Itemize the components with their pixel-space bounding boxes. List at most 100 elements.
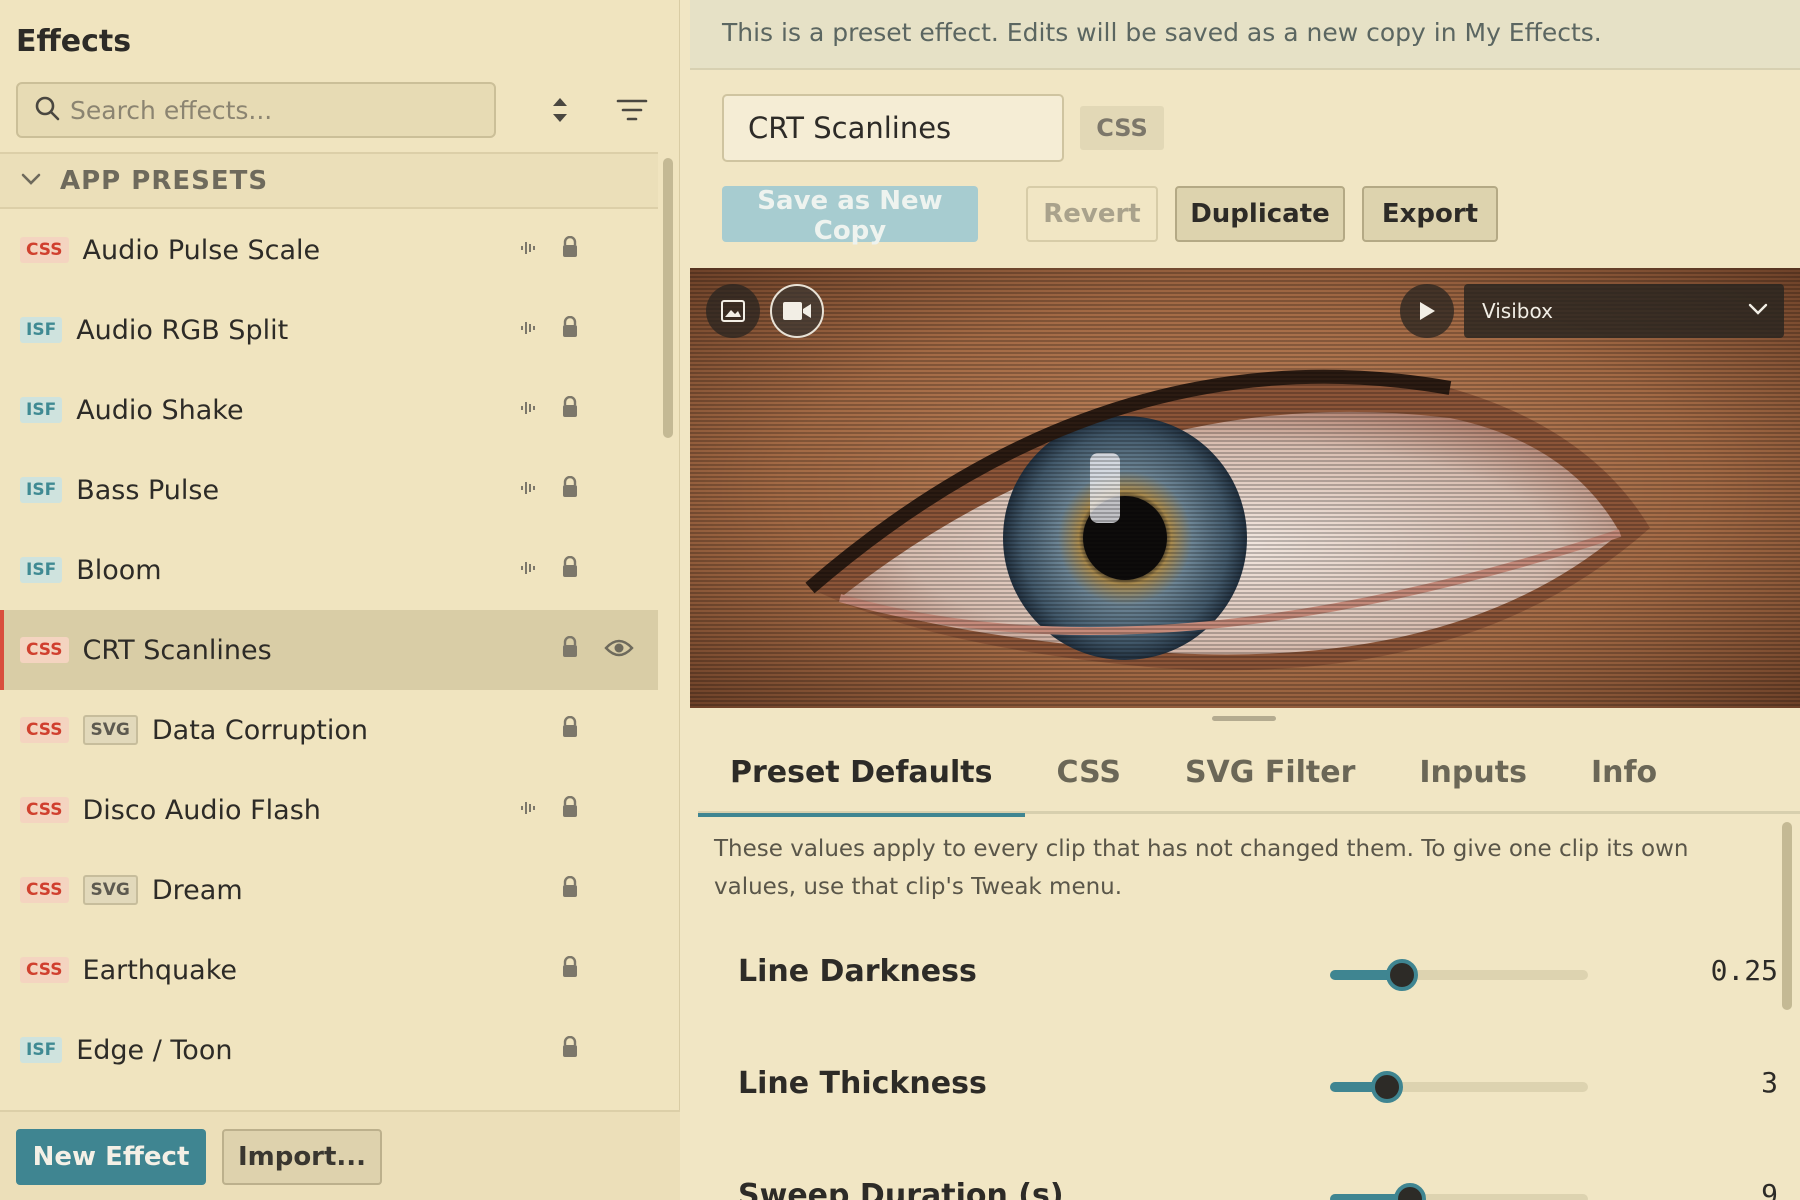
audio-reactive-icon <box>520 320 538 340</box>
search-icon <box>34 95 60 125</box>
effects-sidebar: Effects APP PRESETS CSS Audio Pulse Scale… <box>0 0 680 1200</box>
play-icon <box>1417 300 1437 322</box>
effect-name: Audio Shake <box>76 394 244 426</box>
tab-svg-filter[interactable]: SVG Filter <box>1153 730 1387 814</box>
video-camera-icon <box>782 300 812 322</box>
effect-type-badge: SVG <box>82 875 138 905</box>
audio-reactive-icon <box>520 240 538 260</box>
effect-type-badge: SVG <box>82 715 138 745</box>
param-row: Line Thickness 3 <box>738 1054 1778 1114</box>
effect-row[interactable]: CSS Earthquake <box>0 930 658 1010</box>
param-slider[interactable] <box>1330 1071 1588 1103</box>
effect-list: CSS Audio Pulse Scale ISF Audio RGB Split IS… <box>0 210 658 1110</box>
param-row: Line Darkness 0.25 <box>738 942 1778 1002</box>
search-input[interactable] <box>70 95 470 125</box>
eye-icon[interactable] <box>604 638 634 662</box>
filter-icon[interactable] <box>612 90 652 130</box>
effect-row[interactable]: CSS Disco Audio Flash <box>0 770 658 850</box>
image-icon <box>720 299 746 323</box>
effect-row[interactable]: CSS SVG Dream <box>0 850 658 930</box>
lock-icon <box>561 235 579 262</box>
editor-scrollbar[interactable] <box>1782 822 1792 1010</box>
chevron-down-icon <box>20 171 42 190</box>
group-label: APP PRESETS <box>60 165 269 196</box>
param-label: Line Thickness <box>738 1066 987 1101</box>
slider-handle[interactable] <box>1393 1183 1426 1200</box>
param-slider[interactable] <box>1330 1183 1588 1200</box>
preview-source-select[interactable]: Visibox <box>1464 284 1784 338</box>
tab-info[interactable]: Info <box>1559 730 1689 814</box>
effect-name: Edge / Toon <box>76 1034 233 1066</box>
search-box[interactable] <box>16 82 496 138</box>
revert-button[interactable]: Revert <box>1026 186 1158 242</box>
effect-name: Disco Audio Flash <box>82 794 321 826</box>
slider-handle[interactable] <box>1386 959 1419 991</box>
audio-reactive-icon <box>520 400 538 420</box>
preview-source-value: Visibox <box>1482 299 1553 323</box>
play-button[interactable] <box>1400 284 1454 338</box>
effect-row[interactable]: ISF Bloom <box>0 530 658 610</box>
effect-type-badge: CSS <box>20 957 69 983</box>
tab-inputs[interactable]: Inputs <box>1387 730 1559 814</box>
param-value: 3 <box>1761 1066 1778 1099</box>
effect-editor: This is a preset effect. Edits will be s… <box>690 0 1800 1200</box>
group-header-app-presets[interactable]: APP PRESETS <box>0 152 658 209</box>
preview-resize-handle[interactable] <box>1212 716 1276 721</box>
lock-icon <box>561 315 579 342</box>
lock-icon <box>561 1035 579 1062</box>
effect-row[interactable]: ISF Audio RGB Split <box>0 290 658 370</box>
effect-type-badge: CSS <box>20 797 69 823</box>
preset-defaults-description: These values apply to every clip that ha… <box>714 836 1689 900</box>
effect-name: Data Corruption <box>151 714 368 746</box>
chevron-down-icon <box>1748 302 1768 316</box>
effect-row[interactable]: CSS Audio Pulse Scale <box>0 210 658 290</box>
effect-type-badge: ISF <box>20 397 63 423</box>
editor-tabs: Preset Defaults CSS SVG Filter Inputs Info <box>698 730 1800 817</box>
effect-preview: Visibox <box>690 268 1800 708</box>
effect-type-badge: CSS <box>20 237 69 263</box>
audio-reactive-icon <box>520 480 538 500</box>
tab-css[interactable]: CSS <box>1025 730 1153 814</box>
lock-icon <box>561 795 579 822</box>
preset-notice: This is a preset effect. Edits will be s… <box>690 0 1800 70</box>
sidebar-title: Effects <box>16 24 132 59</box>
export-button[interactable]: Export <box>1362 186 1498 242</box>
new-effect-button[interactable]: New Effect <box>16 1129 206 1185</box>
effect-name-field[interactable] <box>722 94 1064 162</box>
effect-type-badge: ISF <box>20 1037 63 1063</box>
tab-preset-defaults[interactable]: Preset Defaults <box>698 730 1025 817</box>
effect-row[interactable]: ISF Edge / Toon <box>0 1010 658 1090</box>
duplicate-button[interactable]: Duplicate <box>1175 186 1345 242</box>
effect-name: Dream <box>151 874 243 906</box>
lock-icon <box>561 875 579 902</box>
effect-row[interactable]: CSS SVG Data Corruption <box>0 690 658 770</box>
lock-icon <box>561 955 579 982</box>
effect-type-badge: ISF <box>20 477 63 503</box>
effect-name: Bloom <box>76 554 162 586</box>
effect-row[interactable]: ISF Bass Pulse <box>0 450 658 530</box>
audio-reactive-icon <box>520 800 538 820</box>
save-as-new-copy-button[interactable]: Save as New Copy <box>722 186 978 246</box>
param-value: 9 <box>1761 1178 1778 1200</box>
lock-icon <box>561 715 579 742</box>
effect-name: CRT Scanlines <box>82 634 272 666</box>
param-row: Sweep Duration (s) 9 <box>738 1166 1778 1200</box>
param-label: Line Darkness <box>738 954 977 989</box>
param-value: 0.25 <box>1710 954 1778 987</box>
effect-name: Earthquake <box>82 954 238 986</box>
effect-type-badge: CSS <box>20 717 69 743</box>
effect-row[interactable]: CSS CRT Scanlines <box>0 610 658 690</box>
sort-icon[interactable] <box>540 90 580 130</box>
import-button[interactable]: Import... <box>222 1129 382 1185</box>
sidebar-scrollbar[interactable] <box>663 158 673 438</box>
audio-reactive-icon <box>520 560 538 580</box>
effect-name: Bass Pulse <box>76 474 220 506</box>
slider-handle[interactable] <box>1370 1071 1403 1103</box>
lock-icon <box>561 635 579 662</box>
image-source-button[interactable] <box>706 284 760 338</box>
video-source-button[interactable] <box>770 284 824 338</box>
lock-icon <box>561 555 579 582</box>
param-slider[interactable] <box>1330 959 1588 991</box>
effect-row[interactable]: ISF Audio Shake <box>0 370 658 450</box>
effect-type-badge: CSS <box>1080 106 1164 150</box>
